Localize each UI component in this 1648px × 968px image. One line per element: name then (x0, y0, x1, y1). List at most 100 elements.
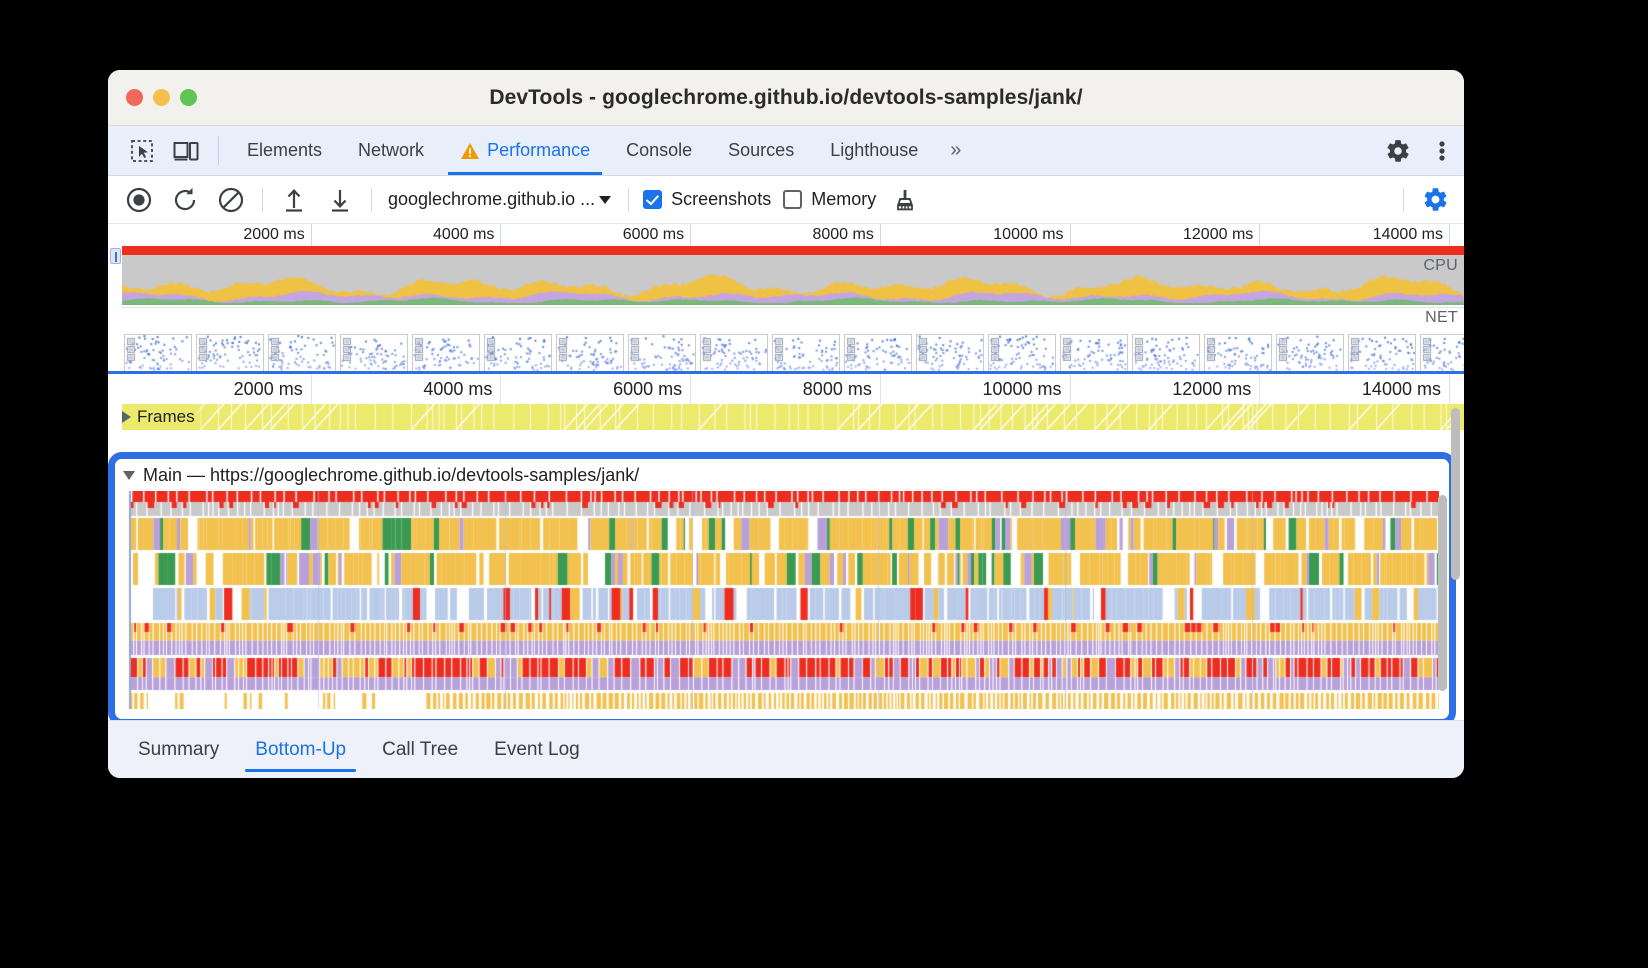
memory-checkbox-box[interactable] (783, 190, 803, 209)
tab-call-tree[interactable]: Call Tree (364, 721, 476, 778)
cpu-label: CPU (1423, 257, 1458, 274)
timeline-tick-0: 2000 ms (122, 374, 312, 404)
collect-garbage-button[interactable] (882, 177, 928, 223)
filmstrip-thumbnail[interactable] (484, 334, 552, 371)
tab-lighthouse-label: Lighthouse (830, 140, 919, 160)
collapse-triangle-icon[interactable] (123, 470, 135, 480)
window-title: DevTools - googlechrome.github.io/devtoo… (489, 85, 1083, 109)
timeline-tick-2: 6000 ms (501, 374, 692, 404)
tab-elements[interactable]: Elements (229, 126, 340, 175)
screenshots-label: Screenshots (671, 189, 772, 209)
filmstrip-thumbnail[interactable] (1132, 334, 1200, 371)
tab-event-log[interactable]: Event Log (476, 721, 598, 778)
screenshots-checkbox[interactable]: Screenshots (637, 189, 777, 210)
load-profile-button[interactable] (271, 177, 317, 223)
memory-checkbox[interactable]: Memory (777, 189, 882, 210)
timeline-ruler: 2000 ms 4000 ms 6000 ms 8000 ms 10000 ms 1200… (108, 374, 1464, 404)
flame-chart-scrollbar[interactable] (1438, 495, 1447, 691)
tabstrip-right-group (1355, 126, 1464, 175)
clear-recording-button[interactable] (208, 177, 254, 223)
filmstrip-thumbnail[interactable] (556, 334, 624, 371)
devtools-window: DevTools - googlechrome.github.io/devtoo… (108, 70, 1464, 778)
filmstrip-thumbnail[interactable] (1420, 334, 1464, 371)
tab-performance-label: Performance (487, 140, 591, 160)
screenshots-checkbox-box[interactable] (643, 190, 663, 209)
chevron-down-icon (598, 195, 612, 205)
timeline-tick-6: 14000 ms (1260, 374, 1450, 404)
overview-cpu-graph (122, 255, 1464, 305)
expand-triangle-icon[interactable] (122, 411, 131, 423)
frames-track[interactable]: Frames (122, 404, 1464, 430)
tab-network[interactable]: Network (340, 126, 442, 175)
filmstrip-thumbnail[interactable] (1348, 334, 1416, 371)
filmstrip-thumbnail[interactable] (916, 334, 984, 371)
filmstrip-thumbnail[interactable] (1276, 334, 1344, 371)
panel-tab-strip: Elements Network Performance Console Sou… (108, 126, 1464, 176)
tabstrip-divider (218, 136, 219, 165)
overview-tick-4: 10000 ms (881, 224, 1071, 246)
filmstrip-thumbnail[interactable] (124, 334, 192, 371)
title-bar: DevTools - googlechrome.github.io/devtoo… (108, 70, 1464, 126)
performance-controls-toolbar: googlechrome.github.io ... Screenshots M… (108, 176, 1464, 224)
tab-bottom-up-label: Bottom-Up (255, 738, 347, 760)
overview-tick-5: 12000 ms (1071, 224, 1261, 246)
net-label: NET (1425, 309, 1458, 326)
filmstrip-thumbnail[interactable] (628, 334, 696, 371)
overview-ruler: 2000 ms 4000 ms 6000 ms 8000 ms 10000 ms 1200… (108, 224, 1464, 246)
kebab-menu-icon[interactable] (1420, 139, 1464, 163)
toolbar-divider-1 (262, 187, 263, 212)
zoom-button[interactable] (180, 89, 197, 106)
tab-performance[interactable]: Performance (442, 126, 608, 175)
url-select-label: googlechrome.github.io ... (388, 189, 596, 209)
close-button[interactable] (126, 89, 143, 106)
filmstrip-thumbnail[interactable] (268, 334, 336, 371)
timeline-overview[interactable]: 2000 ms 4000 ms 6000 ms 8000 ms 10000 ms 1200… (108, 224, 1464, 374)
filmstrip-thumbnail[interactable] (1060, 334, 1128, 371)
main-track-header[interactable]: Main — https://googlechrome.github.io/de… (115, 459, 1449, 491)
timeline-tick-4: 10000 ms (881, 374, 1071, 404)
details-tab-bar: Summary Bottom-Up Call Tree Event Log (108, 720, 1464, 778)
filmstrip-thumbnail[interactable] (772, 334, 840, 371)
timeline-scrollbar[interactable] (1451, 408, 1460, 580)
save-profile-button[interactable] (317, 177, 363, 223)
timeline-tick-3: 8000 ms (691, 374, 881, 404)
window-traffic-lights (126, 89, 197, 106)
overview-long-task-bar (122, 246, 1464, 255)
tab-bottom-up[interactable]: Bottom-Up (237, 721, 364, 778)
more-tabs-chevron-icon[interactable]: » (936, 126, 975, 175)
filmstrip-thumbnail[interactable] (412, 334, 480, 371)
memory-label: Memory (811, 189, 877, 209)
tab-sources[interactable]: Sources (710, 126, 812, 175)
filmstrip-thumbnail[interactable] (340, 334, 408, 371)
capture-settings-gear-icon[interactable] (1412, 177, 1458, 223)
tab-lighthouse[interactable]: Lighthouse (812, 126, 936, 175)
filmstrip-thumbnail[interactable] (1204, 334, 1272, 371)
main-track-highlight: Main — https://googlechrome.github.io/de… (108, 452, 1456, 720)
minimize-button[interactable] (153, 89, 170, 106)
tab-console[interactable]: Console (608, 126, 710, 175)
overview-window-left-handle[interactable] (110, 248, 121, 264)
reload-and-record-button[interactable] (162, 177, 208, 223)
inspect-element-icon[interactable] (120, 126, 164, 175)
overview-net-graph (122, 307, 1464, 332)
url-select[interactable]: googlechrome.github.io ... (380, 189, 620, 210)
main-flame-chart[interactable] (121, 491, 1449, 709)
frames-track-header[interactable]: Frames (122, 404, 207, 430)
record-button[interactable] (116, 177, 162, 223)
filmstrip-thumbnail[interactable] (700, 334, 768, 371)
overview-tick-6: 14000 ms (1260, 224, 1450, 246)
filmstrip-thumbnail[interactable] (988, 334, 1056, 371)
tab-sources-label: Sources (728, 140, 795, 160)
overview-tick-3: 8000 ms (691, 224, 881, 246)
gear-icon[interactable] (1376, 138, 1420, 164)
device-toolbar-icon[interactable] (164, 126, 208, 175)
warning-triangle-icon (460, 142, 480, 160)
overview-tick-0: 2000 ms (122, 224, 312, 246)
filmstrip-thumbnail[interactable] (196, 334, 264, 371)
overview-filmstrip[interactable] (122, 332, 1464, 371)
tab-summary[interactable]: Summary (120, 721, 237, 778)
filmstrip-thumbnail[interactable] (844, 334, 912, 371)
toolbar-right-group (1395, 177, 1464, 223)
tab-network-label: Network (358, 140, 425, 160)
toolbar-divider-4 (1403, 187, 1404, 212)
